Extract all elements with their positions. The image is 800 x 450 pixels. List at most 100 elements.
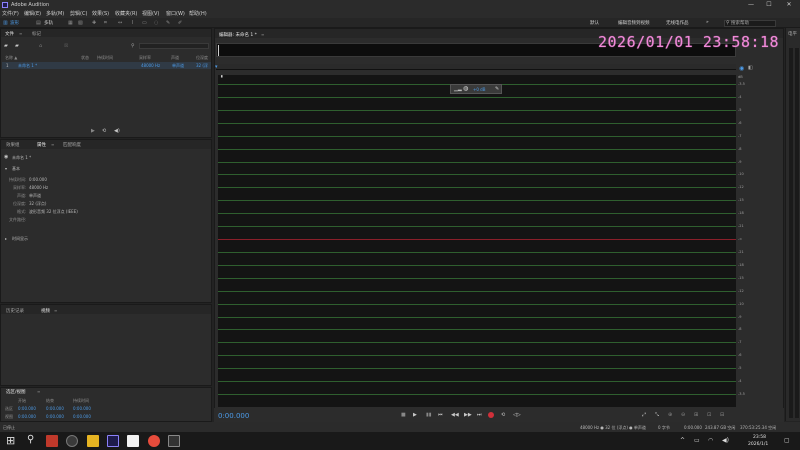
menu-help[interactable]: 帮助(H) — [189, 10, 207, 17]
tab-history[interactable]: 历史记录 — [6, 308, 24, 314]
menu-favorites[interactable]: 收藏夹(R) — [115, 10, 137, 17]
panel-menu-icon[interactable]: ≡ — [19, 31, 22, 36]
time-selection-icon[interactable]: I — [132, 20, 133, 26]
app-icon[interactable] — [127, 435, 139, 447]
column-channels[interactable]: 声道 — [171, 55, 179, 61]
view-start[interactable]: 0:00.000 — [18, 414, 36, 419]
browser-icon[interactable] — [66, 435, 78, 447]
view-duration[interactable]: 0:00.000 — [73, 414, 91, 419]
app-icon[interactable] — [46, 435, 58, 447]
multitrack-view-button[interactable]: 多轨 — [44, 20, 53, 26]
expand-basic-icon[interactable]: ▾ — [5, 166, 7, 171]
tab-markers[interactable]: 标记 — [32, 31, 41, 37]
workspace-more-button[interactable]: » — [706, 20, 709, 25]
maximize-button[interactable]: ☐ — [762, 0, 776, 9]
skip-selection-icon[interactable]: ◁▷ — [513, 412, 521, 418]
pause-icon[interactable]: ▮▮ — [426, 412, 432, 418]
tab-effects-rack[interactable]: 效果组 — [6, 142, 20, 148]
notifications-icon[interactable]: ▢ — [784, 437, 790, 444]
insert-icon[interactable]: ⌂ — [39, 43, 42, 49]
multitrack-view-icon[interactable]: ▤ — [36, 20, 41, 26]
fast-forward-icon[interactable]: ▶▶ — [464, 412, 472, 418]
waveform-view-icon[interactable]: ▥ — [3, 20, 8, 26]
file-explorer-icon[interactable] — [87, 435, 99, 447]
tab-video[interactable]: 视频 — [41, 308, 50, 314]
go-to-start-icon[interactable]: ⏮ — [438, 412, 443, 418]
expand-time-icon[interactable]: ▸ — [5, 236, 7, 241]
minimize-button[interactable]: — — [744, 0, 758, 9]
brush-icon[interactable]: ✎ — [166, 20, 170, 26]
pitch-icon[interactable]: ▧ — [78, 20, 83, 26]
zoom-in-point-icon[interactable]: ⊡ — [707, 412, 711, 418]
panel-menu-icon[interactable]: ≡ — [37, 389, 40, 394]
waveform-display[interactable]: ▘ — [218, 75, 736, 407]
panel-menu-icon[interactable]: ≡ — [54, 308, 57, 313]
workspace-edit-audio-to-video[interactable]: 编辑音频到视频 — [618, 20, 650, 26]
menu-view[interactable]: 视图(V) — [142, 10, 159, 17]
windows-start-icon[interactable]: ⊞ — [6, 434, 15, 447]
playhead-marker-icon[interactable]: ▾ — [215, 64, 218, 70]
spot-heal-icon[interactable]: ✐ — [178, 20, 182, 26]
zoom-out-amplitude-icon[interactable]: ⤡ — [655, 412, 659, 418]
taskbar-date[interactable]: 2026/1/1 — [748, 442, 768, 447]
import-icon[interactable]: ▰ — [15, 43, 19, 49]
panel-menu-icon[interactable]: ≡ — [51, 142, 54, 147]
tab-files[interactable]: 文件 — [5, 31, 14, 37]
spectral-icon[interactable]: ▦ — [68, 20, 73, 26]
hud-volume-control[interactable]: ▁▂ ◍ +0 dB ✎ — [450, 84, 502, 94]
meter-settings-icon[interactable]: ◧ — [748, 65, 753, 71]
table-row[interactable]: 1 未命名 1 * 48000 Hz 单声道 32 (浮 — [2, 62, 211, 69]
zoom-out-time-icon[interactable]: ⊖ — [681, 412, 685, 418]
zoom-in-time-icon[interactable]: ⊕ — [668, 412, 672, 418]
clip-handle-icon[interactable]: ▘ — [221, 75, 224, 80]
panel-menu-icon[interactable]: ≡ — [261, 32, 264, 37]
marquee-icon[interactable]: ▭ — [142, 20, 147, 26]
volume-icon[interactable]: ◀) — [114, 128, 120, 134]
tray-network-icon[interactable]: ◠ — [708, 437, 713, 444]
column-bit-depth[interactable]: 位深度 — [196, 55, 208, 61]
zoom-selection-icon[interactable]: ⊟ — [720, 412, 724, 418]
zoom-out-full-icon[interactable]: ⊞ — [694, 412, 698, 418]
terminal-icon[interactable] — [168, 435, 180, 447]
menu-effects[interactable]: 效果(S) — [92, 10, 109, 17]
hud-db-value[interactable]: +0 dB — [473, 87, 485, 92]
slip-tool-icon[interactable]: ↔ — [118, 20, 122, 26]
app-icon[interactable] — [148, 435, 160, 447]
razor-tool-icon[interactable]: ⌗ — [104, 20, 107, 26]
menu-clip[interactable]: 剪辑(C) — [70, 10, 87, 17]
time-ruler[interactable] — [216, 64, 736, 70]
record-button[interactable] — [488, 412, 494, 418]
section-time-display[interactable]: 时间显示 — [12, 236, 28, 242]
file-filter-input[interactable] — [139, 43, 209, 49]
loop-icon[interactable]: ⟲ — [102, 128, 106, 134]
column-status[interactable]: 状态 — [81, 55, 89, 61]
column-sample-rate[interactable]: 采样率 — [139, 55, 151, 61]
filter-search-icon[interactable]: ⚲ — [131, 43, 135, 49]
menu-multitrack[interactable]: 多轨(M) — [46, 10, 64, 17]
open-file-icon[interactable]: ▰ — [4, 43, 8, 49]
taskbar-search-icon[interactable]: ⚲ — [27, 434, 34, 445]
tab-editor[interactable]: 编辑器: 未命名 1 * — [219, 32, 257, 38]
workspace-radio[interactable]: 无线电作品 — [666, 20, 689, 26]
rewind-icon[interactable]: ◀◀ — [451, 412, 459, 418]
selection-duration[interactable]: 0:00.000 — [73, 406, 91, 411]
play-icon[interactable]: ▶ — [91, 128, 95, 134]
search-help-input[interactable]: 搜索帮助 — [724, 19, 776, 27]
timecode-display[interactable]: 0:00.000 — [218, 412, 249, 420]
menu-window[interactable]: 窗口(W) — [166, 10, 185, 17]
tab-properties[interactable]: 属性 — [37, 142, 46, 148]
loop-playback-icon[interactable]: ⟲ — [501, 412, 505, 418]
audition-taskbar-icon[interactable] — [107, 435, 119, 447]
move-tool-icon[interactable]: ✚ — [92, 20, 96, 26]
zoom-in-amplitude-icon[interactable]: ⤢ — [642, 412, 646, 418]
tab-match-loudness[interactable]: 匹配响度 — [63, 142, 81, 148]
view-end[interactable]: 0:00.000 — [46, 414, 64, 419]
close-file-icon[interactable]: ⊠ — [64, 43, 68, 49]
lasso-icon[interactable]: ◌ — [154, 20, 158, 26]
tray-chevron-icon[interactable]: ^ — [680, 437, 685, 444]
tray-volume-icon[interactable]: ◀) — [722, 437, 729, 444]
menu-edit[interactable]: 编辑(E) — [24, 10, 41, 17]
volume-knob-icon[interactable]: ◍ — [463, 85, 468, 92]
menu-file[interactable]: 文件(F) — [2, 10, 19, 17]
column-duration[interactable]: 持续时间 — [97, 55, 113, 61]
